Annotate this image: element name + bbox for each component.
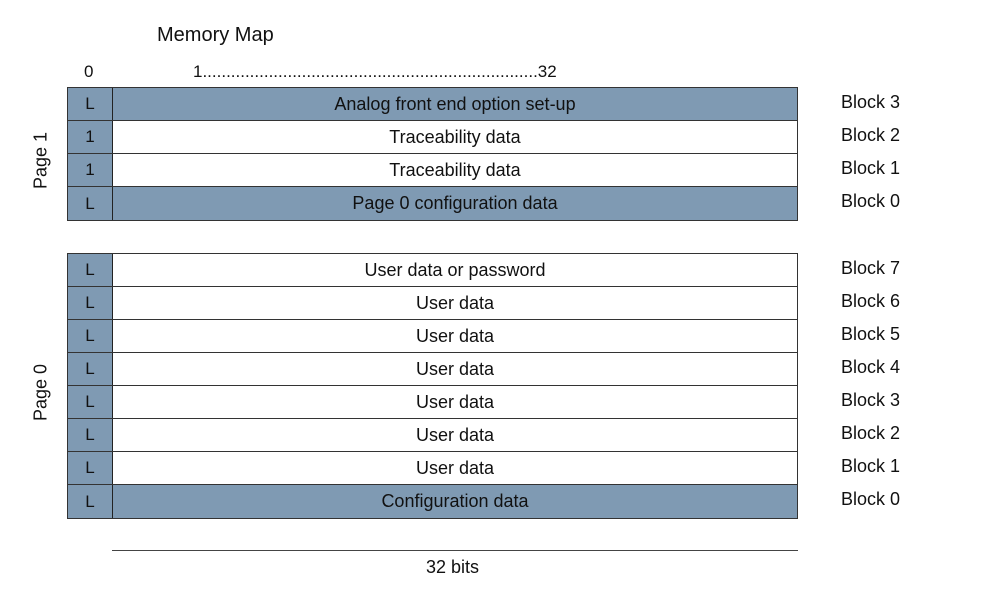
block-content: User data or password [113, 254, 797, 286]
lock-bit-cell: 1 [68, 154, 113, 186]
width-label: 32 bits [426, 557, 480, 577]
page-0-memory-table: L User data or password L User data L Us… [67, 253, 798, 519]
memory-row: L Page 0 configuration data [68, 187, 797, 220]
memory-row: L User data [68, 386, 797, 419]
memory-row: L User data [68, 287, 797, 320]
memory-row: 1 Traceability data [68, 154, 797, 187]
memory-row: L Analog front end option set-up [68, 88, 797, 121]
lock-bit-cell: L [68, 187, 113, 220]
block-label: Block 1 [841, 456, 901, 476]
memory-row: L User data [68, 320, 797, 353]
block-content: Analog front end option set-up [113, 88, 797, 120]
block-content: User data [113, 419, 797, 451]
memory-row: L User data or password [68, 254, 797, 287]
block-content: User data [113, 353, 797, 385]
page-1-memory-table: L Analog front end option set-up 1 Trace… [67, 87, 798, 221]
block-content: Traceability data [113, 154, 797, 186]
memory-row: L User data [68, 452, 797, 485]
block-label: Block 0 [841, 191, 901, 211]
memory-row: L Configuration data [68, 485, 797, 518]
lock-bit-cell: L [68, 320, 113, 352]
page-1-label: Page 1 [30, 131, 51, 190]
bit-start-label: 0 [84, 62, 94, 81]
memory-row: L User data [68, 353, 797, 386]
lock-bit-cell: L [68, 254, 113, 286]
block-label: Block 5 [841, 324, 901, 344]
block-content: Traceability data [113, 121, 797, 153]
lock-bit-cell: 1 [68, 121, 113, 153]
block-content: User data [113, 452, 797, 484]
lock-bit-cell: L [68, 88, 113, 120]
memory-row: 1 Traceability data [68, 121, 797, 154]
bit-range-label: 1.......................................… [193, 62, 557, 81]
block-label: Block 3 [841, 92, 901, 112]
block-label: Block 4 [841, 357, 901, 377]
block-label: Block 0 [841, 489, 901, 509]
block-content: Configuration data [113, 485, 797, 518]
block-content: User data [113, 320, 797, 352]
lock-bit-cell: L [68, 452, 113, 484]
block-label: Block 1 [841, 158, 901, 178]
block-content: User data [113, 287, 797, 319]
block-label: Block 2 [841, 125, 901, 145]
lock-bit-cell: L [68, 419, 113, 451]
block-label: Block 2 [841, 423, 901, 443]
block-label: Block 3 [841, 390, 901, 410]
block-label: Block 7 [841, 258, 901, 278]
lock-bit-cell: L [68, 287, 113, 319]
block-label: Block 6 [841, 291, 901, 311]
width-indicator-line [112, 550, 798, 551]
memory-row: L User data [68, 419, 797, 452]
block-content: Page 0 configuration data [113, 187, 797, 220]
lock-bit-cell: L [68, 353, 113, 385]
lock-bit-cell: L [68, 485, 113, 518]
block-content: User data [113, 386, 797, 418]
page-0-label: Page 0 [30, 363, 51, 422]
lock-bit-cell: L [68, 386, 113, 418]
diagram-title: Memory Map [157, 24, 274, 46]
